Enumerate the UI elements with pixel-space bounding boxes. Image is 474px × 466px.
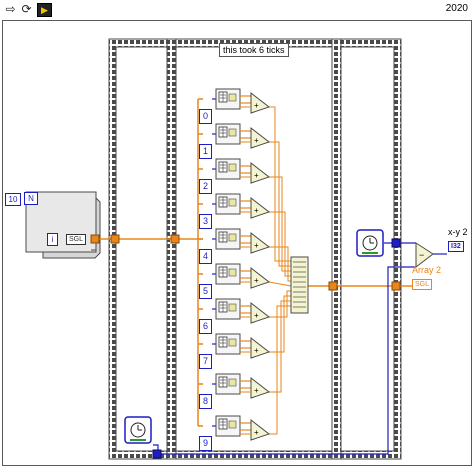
loop-index-terminal: i: [47, 233, 58, 246]
run-arrow-icon[interactable]: ⇨: [3, 1, 18, 17]
index-constant[interactable]: 1: [199, 144, 212, 159]
tick-count-timer-icon: [124, 416, 152, 444]
svg-text:+: +: [254, 206, 259, 215]
index-constant[interactable]: 0: [199, 109, 212, 124]
index-constant[interactable]: 7: [199, 354, 212, 369]
subtract-node: −: [415, 242, 434, 269]
index-constant[interactable]: 6: [199, 319, 212, 334]
toolbar: ⇨ ⟳ ▶ 2020: [0, 0, 474, 20]
frame-label: this took 6 ticks: [219, 43, 289, 57]
block-diagram[interactable]: − + + + + + + + + + + this took 6 ticks 10 N i SG…: [2, 20, 472, 466]
loop-count-constant[interactable]: 10: [5, 193, 21, 206]
sgl-conversion-node: SGL: [66, 234, 87, 245]
index-constant[interactable]: 4: [199, 249, 212, 264]
svg-text:+: +: [254, 386, 259, 395]
index-constant[interactable]: 2: [199, 179, 212, 194]
array2-indicator[interactable]: SGL: [412, 279, 433, 290]
svg-text:+: +: [254, 276, 259, 285]
svg-text:+: +: [254, 428, 259, 437]
svg-text:+: +: [254, 101, 259, 110]
version-label: 2020: [445, 3, 468, 14]
tick-count-timer-icon: [356, 229, 384, 257]
svg-text:+: +: [254, 171, 259, 180]
xy2-indicator[interactable]: I32: [448, 241, 464, 252]
svg-text:−: −: [419, 250, 424, 260]
run-continuously-icon[interactable]: ⟳: [19, 1, 34, 17]
loop-count-terminal: N: [24, 192, 38, 205]
index-constant[interactable]: 9: [199, 436, 212, 451]
index-constant[interactable]: 8: [199, 394, 212, 409]
svg-text:+: +: [254, 311, 259, 320]
svg-text:+: +: [254, 241, 259, 250]
xy2-label: x-y 2: [448, 227, 468, 237]
abort-icon[interactable]: ▶: [37, 3, 52, 17]
index-constant[interactable]: 5: [199, 284, 212, 299]
svg-text:+: +: [254, 346, 259, 355]
svg-text:+: +: [254, 136, 259, 145]
build-array-node: [290, 256, 309, 314]
array2-label: Array 2: [412, 265, 442, 275]
index-constant[interactable]: 3: [199, 214, 212, 229]
